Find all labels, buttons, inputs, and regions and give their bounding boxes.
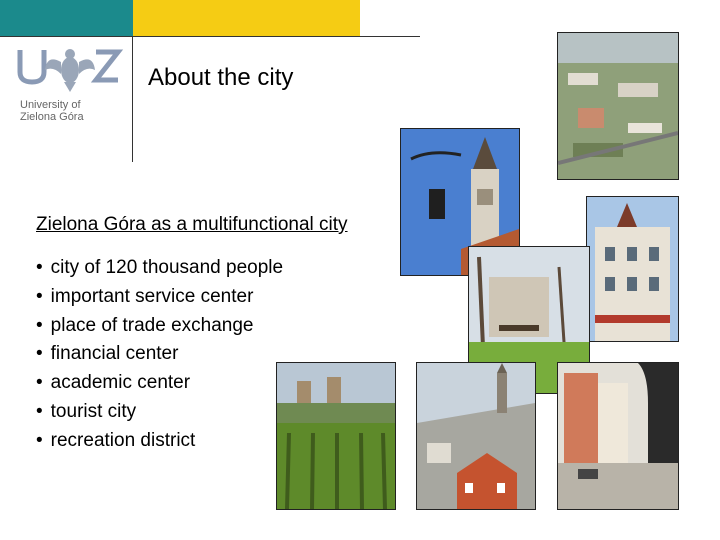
logo-divider <box>132 36 133 162</box>
photo-vineyard <box>276 362 396 510</box>
eagle-crest-icon <box>17 49 124 92</box>
slide-subtitle: Zielona Góra as a multifunctional city <box>36 214 348 235</box>
bullet-list: city of 120 thousand people important se… <box>36 254 283 456</box>
photo-arcade-street <box>557 362 679 510</box>
bullet-item: tourist city <box>36 398 283 427</box>
university-logo: University of Zielona Góra <box>14 44 124 128</box>
photo-aerial-city <box>557 32 679 180</box>
header-band-teal <box>0 0 133 36</box>
university-name: University of Zielona Góra <box>20 99 84 123</box>
header-divider <box>0 36 420 37</box>
bullet-item: financial center <box>36 340 283 369</box>
bullet-item: place of trade exchange <box>36 312 283 341</box>
bullet-item: recreation district <box>36 427 283 456</box>
bullet-item: academic center <box>36 369 283 398</box>
photo-old-town-rooftops <box>416 362 536 510</box>
header-band-yellow <box>133 0 360 36</box>
photo-tenement-building <box>586 196 679 342</box>
university-name-line2: Zielona Góra <box>20 111 84 123</box>
bullet-item: city of 120 thousand people <box>36 254 283 283</box>
bullet-item: important service center <box>36 283 283 312</box>
university-name-line1: University of <box>20 99 81 111</box>
slide-title: About the city <box>148 64 294 91</box>
